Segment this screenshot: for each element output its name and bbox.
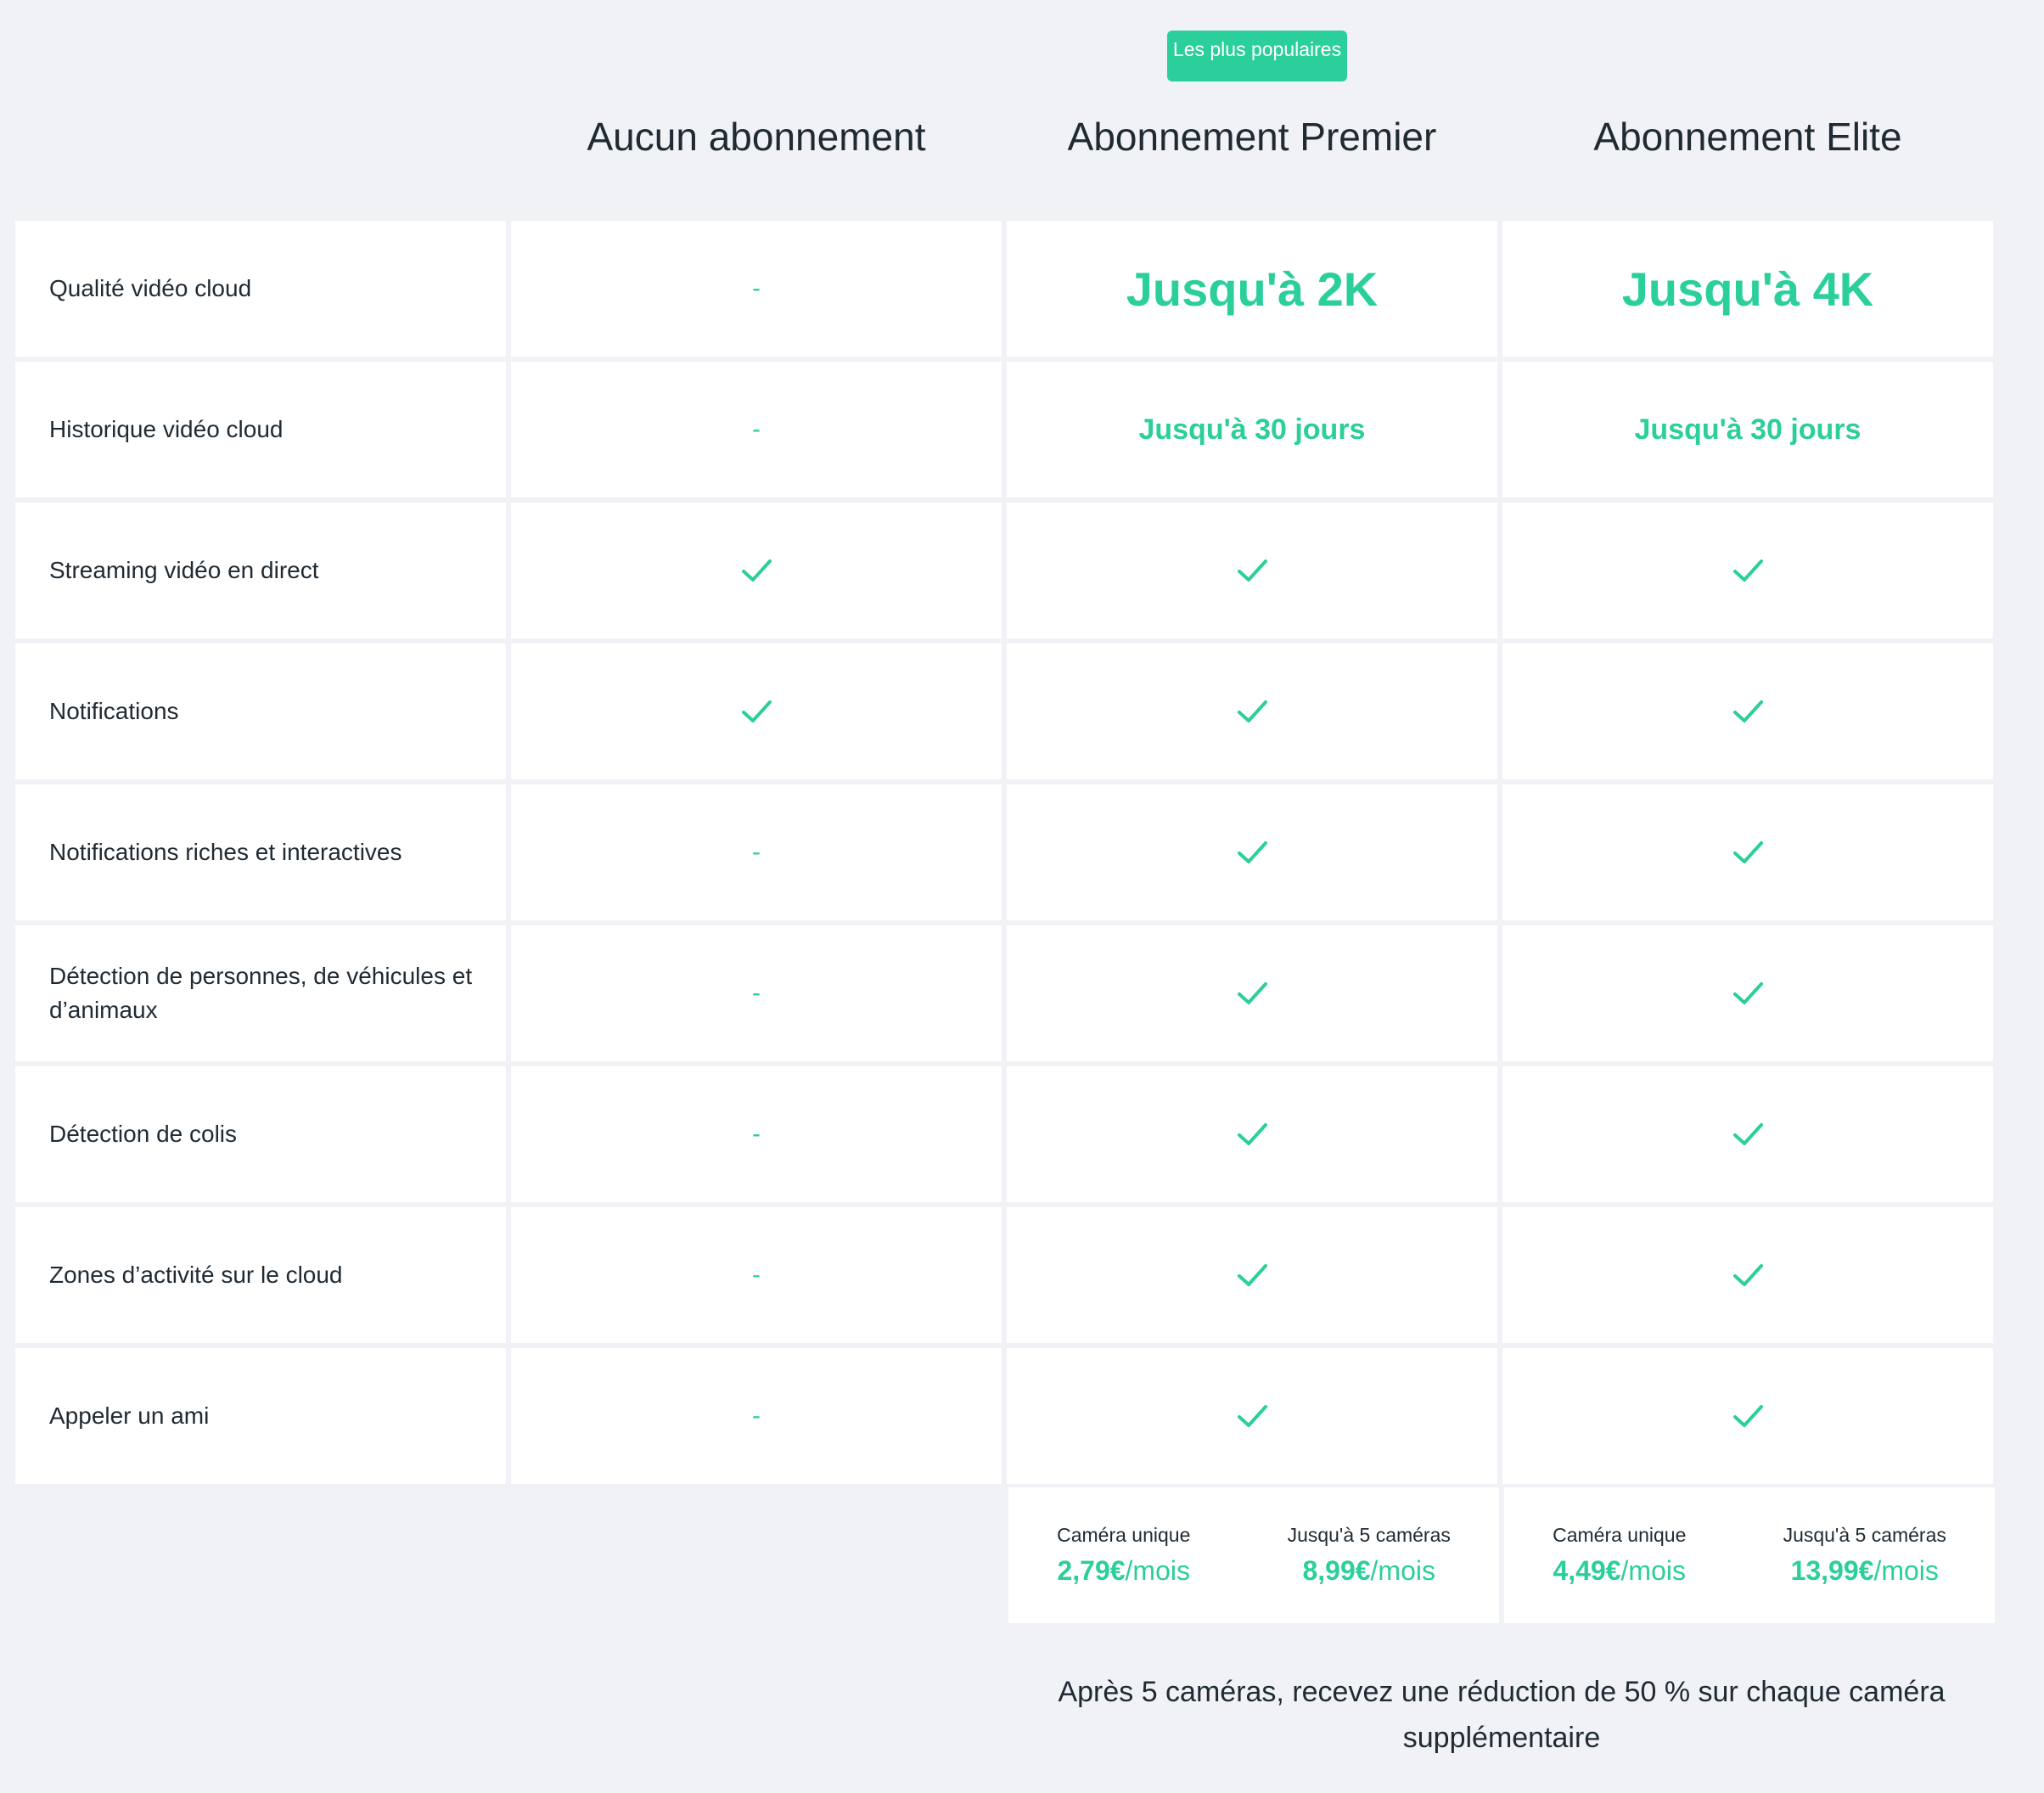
check-icon — [1729, 1116, 1766, 1153]
feature-value: Jusqu'à 30 jours — [1634, 413, 1862, 446]
feature-value-cell — [1502, 784, 1993, 920]
feature-value-cell — [511, 644, 1002, 779]
feature-value-cell — [1502, 644, 1993, 779]
feature-value-cell: - — [511, 362, 1002, 497]
check-icon — [738, 552, 775, 589]
price-unit: /mois — [1370, 1555, 1435, 1586]
feature-label: Détection de colis — [15, 1066, 506, 1202]
check-icon — [1233, 1116, 1271, 1153]
feature-value-cell: Jusqu'à 30 jours — [1007, 362, 1497, 497]
feature-value-cell — [1502, 925, 1993, 1061]
feature-value-cell: - — [511, 1348, 1002, 1484]
price-value: 4,49€/mois — [1553, 1555, 1686, 1587]
feature-label: Notifications riches et interactives — [15, 784, 506, 920]
check-icon — [1729, 975, 1766, 1012]
dash-mark: - — [752, 415, 761, 443]
dash-mark: - — [752, 1261, 761, 1289]
popular-badge: Les plus populaires — [1167, 31, 1347, 82]
price-unit: /mois — [1873, 1555, 1939, 1586]
pricing-premier: Caméra unique 2,79€/mois Jusqu'à 5 camér… — [1008, 1487, 1499, 1623]
price-amount: 13,99€ — [1790, 1555, 1874, 1586]
feature-value-cell — [1007, 925, 1497, 1061]
price-value: 13,99€/mois — [1783, 1555, 1946, 1587]
feature-value-cell: Jusqu'à 30 jours — [1502, 362, 1993, 497]
check-icon — [738, 693, 775, 730]
feature-value-cell — [1007, 644, 1497, 779]
check-icon — [1233, 693, 1271, 730]
check-icon — [1233, 1256, 1271, 1294]
feature-value-cell: - — [511, 1066, 1002, 1202]
dash-mark: - — [752, 1120, 761, 1148]
price-caption: Caméra unique — [1057, 1524, 1191, 1546]
feature-value: Jusqu'à 2K — [1126, 261, 1379, 316]
comparison-table: Qualité vidéo cloud - Jusqu'à 2K Jusqu'à 4K… — [15, 221, 1996, 1484]
feature-label: Historique vidéo cloud — [15, 362, 506, 497]
feature-value-cell — [1502, 1207, 1993, 1343]
price-caption: Jusqu'à 5 caméras — [1783, 1524, 1946, 1546]
check-icon — [1729, 552, 1766, 589]
dash-mark: - — [752, 1402, 761, 1430]
feature-value-cell — [511, 503, 1002, 638]
feature-value-cell: - — [511, 784, 1002, 920]
price-option: Caméra unique 4,49€/mois — [1553, 1524, 1686, 1587]
check-icon — [1729, 1397, 1766, 1435]
pricing-row: Caméra unique 2,79€/mois Jusqu'à 5 camér… — [1008, 1487, 1995, 1623]
dash-mark: - — [752, 838, 761, 866]
discount-note: Après 5 caméras, recevez une réduction d… — [1058, 1676, 1946, 1754]
price-option: Jusqu'à 5 caméras 13,99€/mois — [1783, 1524, 1946, 1587]
feature-value-cell — [1007, 784, 1497, 920]
feature-value-cell — [1502, 1348, 1993, 1484]
feature-label: Zones d’activité sur le cloud — [15, 1207, 506, 1343]
feature-value-cell: - — [511, 221, 1002, 357]
price-unit: /mois — [1620, 1555, 1686, 1586]
feature-value: Jusqu'à 4K — [1621, 261, 1874, 316]
check-icon — [1729, 834, 1766, 871]
feature-value-cell — [1007, 1348, 1497, 1484]
feature-label: Streaming vidéo en direct — [15, 503, 506, 638]
feature-value-cell: Jusqu'à 4K — [1502, 221, 1993, 357]
check-icon — [1233, 1397, 1271, 1435]
pricing-elite: Caméra unique 4,49€/mois Jusqu'à 5 camér… — [1504, 1487, 1995, 1623]
dash-mark: - — [752, 979, 761, 1007]
check-icon — [1233, 552, 1271, 589]
price-caption: Caméra unique — [1553, 1524, 1687, 1546]
feature-value-cell — [1007, 1207, 1497, 1343]
feature-value-cell: - — [511, 1207, 1002, 1343]
feature-value-cell — [1502, 503, 1993, 638]
price-value: 2,79€/mois — [1057, 1555, 1190, 1587]
feature-value: Jusqu'à 30 jours — [1138, 413, 1366, 446]
feature-label: Détection de personnes, de véhicules et … — [15, 925, 506, 1061]
feature-label: Qualité vidéo cloud — [15, 221, 506, 357]
column-header-elite: Abonnement Elite — [1593, 115, 1902, 159]
feature-value-cell — [1007, 503, 1497, 638]
price-value: 8,99€/mois — [1288, 1555, 1451, 1587]
price-unit: /mois — [1125, 1555, 1190, 1586]
dash-mark: - — [752, 274, 761, 302]
feature-label: Notifications — [15, 644, 506, 779]
price-amount: 2,79€ — [1057, 1555, 1126, 1586]
check-icon — [1233, 975, 1271, 1012]
column-header-premier: Abonnement Premier — [1067, 115, 1437, 159]
price-option: Jusqu'à 5 caméras 8,99€/mois — [1288, 1524, 1451, 1587]
check-icon — [1729, 693, 1766, 730]
price-amount: 8,99€ — [1302, 1555, 1371, 1586]
price-amount: 4,49€ — [1553, 1555, 1621, 1586]
check-icon — [1729, 1256, 1766, 1294]
feature-value-cell: Jusqu'à 2K — [1007, 221, 1497, 357]
feature-value-cell — [1502, 1066, 1993, 1202]
price-option: Caméra unique 2,79€/mois — [1057, 1524, 1190, 1587]
price-caption: Jusqu'à 5 caméras — [1287, 1524, 1451, 1546]
column-header-aucun: Aucun abonnement — [587, 115, 926, 159]
feature-value-cell — [1007, 1066, 1497, 1202]
feature-value-cell: - — [511, 925, 1002, 1061]
check-icon — [1233, 834, 1271, 871]
feature-label: Appeler un ami — [15, 1348, 506, 1484]
